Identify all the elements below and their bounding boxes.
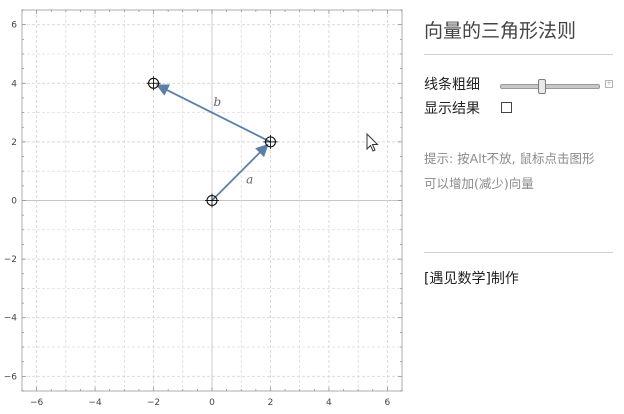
title-divider bbox=[424, 54, 613, 55]
x-tick-label: 6 bbox=[385, 398, 391, 408]
x-tick-label: −4 bbox=[88, 398, 102, 408]
y-tick-label: −4 bbox=[4, 314, 18, 324]
plot-canvas[interactable]: −6 −4 −2 0 2 4 66420−2−4−6 ab bbox=[0, 0, 410, 414]
show-result-label: 显示结果 bbox=[424, 101, 480, 117]
slider-track[interactable] bbox=[500, 84, 600, 89]
tick-labels: −6 −4 −2 0 2 4 6 6 4 2 0 −2 −4 −6 bbox=[4, 21, 391, 408]
panel-title: 向量的三角形法则 bbox=[424, 20, 577, 42]
credit-text: [遇见数学]制作 bbox=[424, 271, 519, 287]
footer-divider bbox=[424, 252, 613, 253]
mouse-pointer-icon bbox=[366, 132, 380, 157]
locator-point[interactable] bbox=[146, 76, 161, 91]
x-tick-label: 2 bbox=[268, 398, 274, 408]
y-tick-label: −2 bbox=[4, 255, 17, 265]
y-tick-label: 0 bbox=[11, 197, 17, 207]
line-width-label: 线条粗细 bbox=[424, 77, 480, 93]
vector-b-arrow bbox=[155, 84, 271, 143]
x-tick-label: 4 bbox=[326, 398, 332, 408]
plot-area[interactable]: −6 −4 −2 0 2 4 6 6 4 2 0 −2 −4 −6 ab bbox=[0, 0, 410, 414]
x-tick-label: 0 bbox=[209, 398, 215, 408]
y-tick-label: 2 bbox=[11, 138, 17, 148]
vector-b-label: b bbox=[214, 95, 222, 109]
line-width-slider[interactable] bbox=[500, 79, 600, 94]
y-tick-label: 6 bbox=[11, 21, 17, 31]
plus-icon[interactable]: + bbox=[605, 80, 613, 88]
x-tick-label: −2 bbox=[147, 398, 160, 408]
control-panel: 向量的三角形法则 线条粗细 + 显示结果 提示: 按Alt不放, 鼠标点击图形 … bbox=[424, 0, 614, 414]
slider-thumb[interactable] bbox=[537, 79, 546, 94]
vectors: ab bbox=[155, 84, 271, 202]
vector-a-arrow bbox=[211, 143, 269, 202]
x-tick-label: −6 bbox=[30, 398, 44, 408]
vector-a-label: a bbox=[246, 173, 253, 187]
show-result-checkbox[interactable] bbox=[501, 102, 512, 113]
hint-line-1: 提示: 按Alt不放, 鼠标点击图形 bbox=[424, 151, 595, 166]
hint-line-2: 可以增加(减少)向量 bbox=[424, 176, 534, 191]
y-tick-label: 4 bbox=[11, 79, 17, 89]
y-tick-label: −6 bbox=[4, 372, 18, 382]
